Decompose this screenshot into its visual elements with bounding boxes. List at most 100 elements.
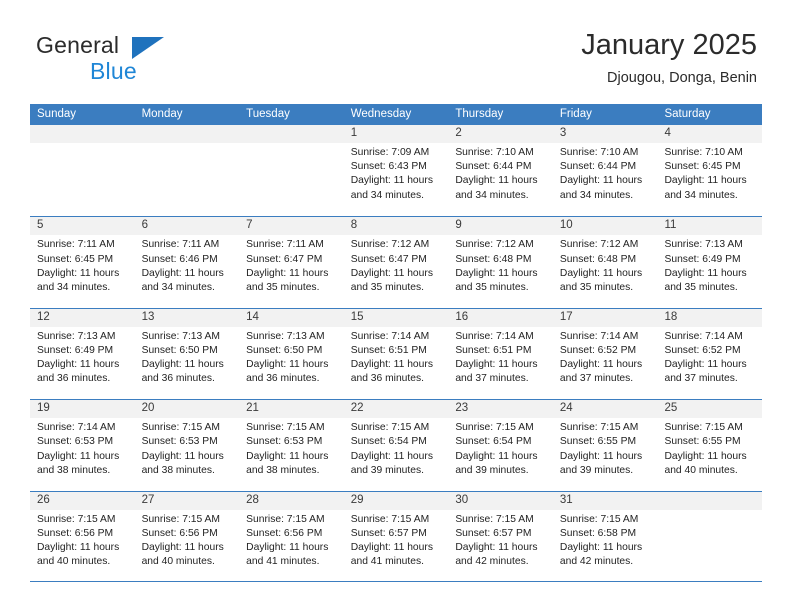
daylight-duration-line1: Daylight: 11 hours	[37, 541, 120, 553]
day-sun-info: Sunrise: 7:10 AM Sunset: 6:45 PM Daylight:…	[657, 143, 762, 203]
day-number-band	[134, 125, 240, 143]
sunset-time: Sunset: 6:47 PM	[246, 253, 323, 265]
day-sun-info: Sunrise: 7:15 AM Sunset: 6:55 PM Daylight:…	[657, 418, 762, 478]
day-number: 14	[246, 310, 259, 323]
calendar-day-cell[interactable]: 31 Sunrise: 7:15 AM Sunset: 6:58 PM Dayligh…	[552, 491, 658, 581]
daylight-duration-line1: Daylight: 11 hours	[350, 359, 433, 371]
day-number: 10	[559, 219, 573, 232]
day-number: 23	[455, 402, 469, 415]
daylight-duration-line2: and 36 minutes.	[350, 373, 425, 385]
calendar-day-cell[interactable]: 12 Sunrise: 7:13 AM Sunset: 6:49 PM Dayligh…	[30, 308, 135, 400]
calendar-day-cell[interactable]: 16 Sunrise: 7:14 AM Sunset: 6:51 PM Dayligh…	[448, 308, 553, 400]
calendar-day-cell[interactable]: 11 Sunrise: 7:13 AM Sunset: 6:49 PM Dayligh…	[657, 217, 763, 308]
weekday-header-monday: Monday	[141, 108, 183, 120]
sunrise-time: Sunrise: 7:09 AM	[350, 147, 430, 158]
day-sun-info: Sunrise: 7:13 AM Sunset: 6:50 PM Daylight:…	[135, 327, 240, 387]
weekday-header-wednesday: Wednesday	[350, 108, 412, 120]
calendar-day-cell[interactable]: 26 Sunrise: 7:15 AM Sunset: 6:56 PM Dayligh…	[30, 491, 135, 581]
day-sun-info: Sunrise: 7:15 AM Sunset: 6:54 PM Daylight:…	[344, 418, 449, 478]
daylight-duration-line1: Daylight: 11 hours	[455, 541, 538, 553]
calendar-day-cell[interactable]: 13 Sunrise: 7:13 AM Sunset: 6:50 PM Dayligh…	[134, 308, 240, 400]
day-sun-info: Sunrise: 7:15 AM Sunset: 6:55 PM Daylight:…	[553, 418, 658, 478]
sunset-time: Sunset: 6:51 PM	[350, 344, 427, 356]
calendar-day-cell[interactable]: 21 Sunrise: 7:15 AM Sunset: 6:53 PM Dayligh…	[239, 400, 344, 491]
daylight-duration-line2: and 41 minutes.	[350, 556, 425, 568]
calendar-day-cell[interactable]: 3 Sunrise: 7:10 AM Sunset: 6:44 PM Daylight…	[552, 125, 658, 217]
calendar-day-cell[interactable]: 27 Sunrise: 7:15 AM Sunset: 6:56 PM Dayligh…	[134, 491, 240, 581]
page-title: January 2025	[581, 29, 757, 61]
sunset-time: Sunset: 6:49 PM	[37, 344, 114, 356]
day-number-band: 11	[657, 217, 763, 236]
sunset-time: Sunset: 6:54 PM	[455, 436, 532, 448]
calendar-day-cell[interactable]: 4 Sunrise: 7:10 AM Sunset: 6:45 PM Daylight…	[657, 125, 763, 217]
calendar-day-cell[interactable]: 20 Sunrise: 7:15 AM Sunset: 6:53 PM Dayligh…	[134, 400, 240, 491]
day-number: 6	[141, 219, 148, 232]
sunset-time: Sunset: 6:48 PM	[455, 253, 532, 265]
calendar-day-cell[interactable]: 25 Sunrise: 7:15 AM Sunset: 6:55 PM Dayligh…	[657, 400, 763, 491]
calendar-weeks: 1 Sunrise: 7:09 AM Sunset: 6:43 PM Daylight…	[30, 125, 763, 582]
sunset-time: Sunset: 6:56 PM	[141, 527, 218, 539]
day-number: 20	[141, 402, 155, 415]
daylight-duration-line2: and 37 minutes.	[455, 373, 529, 385]
daylight-duration-line2: and 36 minutes.	[141, 373, 215, 385]
sunrise-time: Sunrise: 7:10 AM	[664, 147, 743, 158]
day-number: 13	[141, 310, 155, 323]
day-sun-info: Sunrise: 7:11 AM Sunset: 6:45 PM Daylight:…	[30, 235, 135, 295]
sunset-time: Sunset: 6:47 PM	[350, 253, 427, 265]
day-number: 24	[559, 402, 573, 415]
calendar-day-cell[interactable]: 6 Sunrise: 7:11 AM Sunset: 6:46 PM Daylight…	[134, 217, 240, 308]
calendar-day-cell[interactable]: 23 Sunrise: 7:15 AM Sunset: 6:54 PM Dayligh…	[448, 400, 553, 491]
daylight-duration-line1: Daylight: 11 hours	[664, 450, 747, 462]
sunset-time: Sunset: 6:50 PM	[246, 344, 323, 356]
sunrise-time: Sunrise: 7:11 AM	[37, 239, 115, 251]
day-number-band: 10	[552, 217, 658, 236]
calendar-day-cell[interactable]: 29 Sunrise: 7:15 AM Sunset: 6:57 PM Dayligh…	[343, 491, 449, 581]
calendar-day-cell[interactable]: 8 Sunrise: 7:12 AM Sunset: 6:47 PM Daylight…	[343, 217, 449, 308]
sunset-time: Sunset: 6:46 PM	[141, 253, 218, 265]
calendar-day-cell[interactable]: 22 Sunrise: 7:15 AM Sunset: 6:54 PM Dayligh…	[343, 400, 449, 491]
calendar-day-cell[interactable]: 9 Sunrise: 7:12 AM Sunset: 6:48 PM Daylight…	[448, 217, 553, 308]
day-number-band: 29	[343, 491, 449, 510]
sunrise-time: Sunrise: 7:15 AM	[350, 513, 430, 525]
daylight-duration-line2: and 40 minutes.	[37, 556, 111, 568]
day-number-band: 6	[134, 217, 240, 236]
sunrise-time: Sunrise: 7:14 AM	[37, 422, 116, 434]
daylight-duration-line2: and 35 minutes.	[559, 282, 634, 293]
day-number: 5	[37, 219, 44, 232]
calendar-day-cell[interactable]: 10 Sunrise: 7:12 AM Sunset: 6:48 PM Dayligh…	[552, 217, 658, 308]
calendar-day-cell[interactable]: 17 Sunrise: 7:14 AM Sunset: 6:52 PM Dayligh…	[552, 308, 658, 400]
calendar-day-cell[interactable]: 7 Sunrise: 7:11 AM Sunset: 6:47 PM Daylight…	[239, 217, 344, 308]
sunrise-time: Sunrise: 7:12 AM	[455, 239, 534, 251]
generalblue-logo[interactable]: General Blue	[36, 32, 236, 88]
day-number-band	[30, 125, 135, 143]
day-number-band: 25	[657, 400, 763, 419]
sunrise-time: Sunrise: 7:15 AM	[559, 513, 639, 525]
calendar-day-cell[interactable]: 28 Sunrise: 7:15 AM Sunset: 6:56 PM Dayligh…	[239, 491, 344, 581]
daylight-duration-line1: Daylight: 11 hours	[455, 359, 538, 371]
daylight-duration-line1: Daylight: 11 hours	[246, 359, 329, 371]
sunset-time: Sunset: 6:57 PM	[350, 527, 427, 539]
sunrise-time: Sunrise: 7:14 AM	[350, 330, 430, 342]
weekday-header-friday: Friday	[559, 108, 592, 120]
daylight-duration-line2: and 39 minutes.	[559, 464, 634, 476]
daylight-duration-line1: Daylight: 11 hours	[37, 359, 120, 371]
daylight-duration-line2: and 36 minutes.	[37, 373, 111, 385]
calendar-day-cell[interactable]: 1 Sunrise: 7:09 AM Sunset: 6:43 PM Daylight…	[343, 125, 449, 217]
calendar-day-cell[interactable]: 19 Sunrise: 7:14 AM Sunset: 6:53 PM Dayligh…	[30, 400, 135, 491]
day-number: 9	[455, 219, 462, 232]
calendar-day-cell[interactable]: 5 Sunrise: 7:11 AM Sunset: 6:45 PM Daylight…	[30, 217, 135, 308]
day-sun-info: Sunrise: 7:14 AM Sunset: 6:52 PM Daylight:…	[553, 327, 658, 387]
day-number: 2	[455, 127, 462, 139]
calendar-day-cell[interactable]: 18 Sunrise: 7:14 AM Sunset: 6:52 PM Dayligh…	[657, 308, 763, 400]
calendar-day-cell[interactable]: 2 Sunrise: 7:10 AM Sunset: 6:44 PM Daylight…	[448, 125, 553, 217]
day-number: 28	[246, 493, 259, 506]
calendar-day-cell[interactable]: 30 Sunrise: 7:15 AM Sunset: 6:57 PM Dayligh…	[448, 491, 553, 581]
calendar-day-cell[interactable]: 14 Sunrise: 7:13 AM Sunset: 6:50 PM Dayligh…	[239, 308, 344, 400]
calendar-day-cell[interactable]: 24 Sunrise: 7:15 AM Sunset: 6:55 PM Dayligh…	[552, 400, 658, 491]
day-number-band: 1	[343, 125, 449, 143]
daylight-duration-line2: and 34 minutes.	[141, 282, 215, 293]
sunset-time: Sunset: 6:56 PM	[37, 527, 114, 539]
daylight-duration-line2: and 35 minutes.	[246, 282, 320, 293]
calendar-week-row: 12 Sunrise: 7:13 AM Sunset: 6:49 PM Dayligh…	[30, 307, 763, 400]
calendar-day-cell[interactable]: 15 Sunrise: 7:14 AM Sunset: 6:51 PM Dayligh…	[343, 308, 449, 400]
